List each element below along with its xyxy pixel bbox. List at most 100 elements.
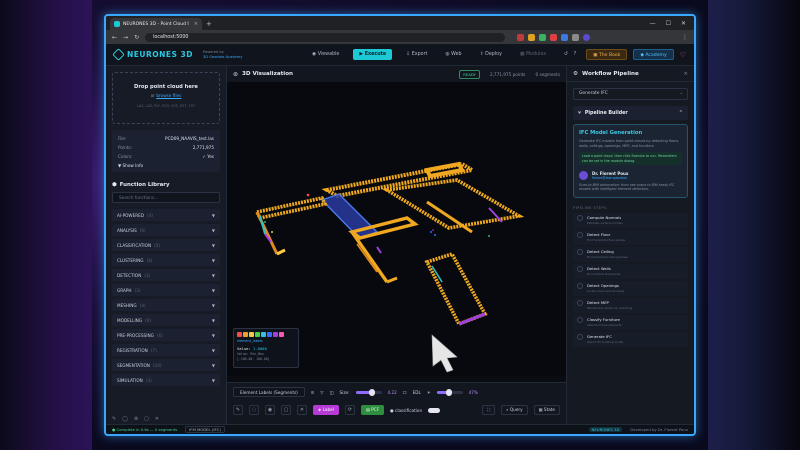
status-bar: ● Complete in 0.6s — 0 segments IFM MODE…: [106, 424, 694, 434]
tool-icon[interactable]: ⊕: [134, 416, 138, 422]
model-chip[interactable]: IFM MODEL (IFC): [185, 426, 225, 433]
profile-icon[interactable]: [583, 33, 591, 41]
edit-icon[interactable]: ✎: [233, 405, 243, 415]
pcf-button[interactable]: ▤ PCF: [360, 405, 385, 415]
state-button[interactable]: ▦ State: [533, 405, 560, 415]
extension-icon[interactable]: [517, 33, 525, 41]
label-button[interactable]: ◈ Label: [313, 405, 339, 415]
maximize-icon[interactable]: ☐: [666, 18, 671, 30]
query-button[interactable]: ⌕ Query: [501, 405, 528, 415]
header-right: ? ▣ The Book ◆ Academy ♡: [570, 49, 686, 60]
category-item[interactable]: AI-POWERED (4) ▼: [112, 209, 220, 221]
menu-icon[interactable]: ⋮: [682, 34, 688, 41]
category-name: DETECTION: [117, 272, 142, 278]
powered-by-org[interactable]: 3D Geodata Academy: [203, 55, 242, 60]
opacity-slider[interactable]: [436, 388, 463, 396]
url-field[interactable]: localhost:5000: [145, 32, 506, 42]
pipeline-step[interactable]: Compute Normals Estimate surface normals: [573, 212, 688, 228]
close-panel-icon[interactable]: ×: [683, 71, 688, 77]
category-name: CLASSIFICATION: [117, 242, 152, 248]
tool-icon[interactable]: ▢: [144, 416, 149, 422]
camera-icon[interactable]: ◉: [265, 405, 275, 415]
nav-web[interactable]: ◍ Web: [441, 49, 465, 60]
category-item[interactable]: MODELLING (4) ▼: [112, 314, 220, 326]
extension-icon[interactable]: [550, 33, 558, 41]
back-icon[interactable]: ←: [112, 34, 117, 41]
forward-icon[interactable]: →: [123, 34, 128, 41]
size-slider[interactable]: [355, 388, 382, 396]
transform-icon[interactable]: ⟳: [344, 405, 355, 415]
new-tab-icon[interactable]: +: [206, 18, 212, 30]
nav-viewable[interactable]: ◉ Viewable: [308, 49, 343, 60]
render-mode-select[interactable]: Element Labels (Segments): [233, 387, 305, 397]
category-item[interactable]: ANALYSIS (6) ▼: [112, 224, 220, 236]
minimize-icon[interactable]: —: [650, 18, 656, 30]
close-tab-icon[interactable]: ×: [194, 21, 198, 27]
function-search-input[interactable]: Search functions...: [112, 192, 220, 203]
step-subtitle: Label furniture elements: [587, 322, 622, 327]
pipeline-step[interactable]: Detect Ceiling Find horizontal ceiling pl…: [573, 246, 688, 262]
box-icon[interactable]: ▢: [281, 405, 291, 415]
filter-icon[interactable]: ▽: [320, 390, 323, 395]
pipeline-builder-header[interactable]: ⑂ Pipeline Builder ⌃: [573, 106, 688, 120]
browser-window: NEURONES 3D - Point Cloud I × + — ☐ ✕ ← …: [104, 14, 696, 436]
category-count: (4): [145, 317, 151, 323]
pipeline-step[interactable]: Detect Openings Locate doors and windows: [573, 280, 688, 296]
close-window-icon[interactable]: ✕: [681, 18, 686, 30]
extension-icon[interactable]: [561, 33, 569, 41]
category-item[interactable]: SIMULATION (3) ▼: [112, 374, 220, 386]
drop-zone[interactable]: Drop point cloud here or browse files LA…: [112, 72, 220, 124]
legend-swatch: [261, 332, 266, 337]
nav-modules[interactable]: ▦ Modules: [516, 49, 550, 60]
nav-deploy[interactable]: ⇪ Deploy: [476, 49, 506, 60]
pipeline-step[interactable]: Generate IFC Export IFC building model: [573, 331, 688, 347]
category-item[interactable]: REGISTRATION (7) ▼: [112, 344, 220, 356]
reload-icon[interactable]: ↻: [134, 34, 139, 41]
step-marker-icon: [577, 282, 583, 289]
pipeline-step[interactable]: Detect Walls Find vertical wall planes: [573, 263, 688, 279]
chevron-down-icon: ▼: [211, 317, 215, 323]
point-count: 2,771,975 points: [489, 71, 526, 77]
edl-checkbox[interactable]: ☐: [403, 390, 407, 395]
category-name: SEGMENTATION: [117, 362, 150, 368]
extension-icon[interactable]: [539, 33, 547, 41]
category-item[interactable]: SEGMENTATION (10) ▼: [112, 359, 220, 371]
close-tool-icon[interactable]: ✕: [155, 416, 159, 422]
author-handle[interactable]: florent@learngeodata: [592, 176, 628, 180]
category-item[interactable]: MESHING (4) ▼: [112, 299, 220, 311]
pipeline-step[interactable]: Detect MEP Mechanical, electrical, plumbi…: [573, 297, 688, 313]
category-item[interactable]: CLUSTERING (4) ▼: [112, 254, 220, 266]
list-icon[interactable]: ≡: [311, 390, 315, 395]
lasso-icon[interactable]: ◌: [249, 405, 259, 415]
academy-button[interactable]: ◆ Academy: [633, 49, 674, 60]
extension-icon[interactable]: [572, 33, 580, 41]
the-book-button[interactable]: ▣ The Book: [586, 49, 628, 60]
tool-icon[interactable]: ◯: [122, 416, 128, 422]
extension-icon[interactable]: [528, 33, 536, 41]
sun-icon[interactable]: ☀: [427, 390, 431, 395]
pipeline-step[interactable]: Classify Furniture Label furniture elemen…: [573, 314, 688, 330]
category-item[interactable]: DETECTION (3) ▼: [112, 269, 220, 281]
fullscreen-icon[interactable]: ⛶: [482, 405, 496, 415]
layers-icon[interactable]: ◫: [330, 390, 334, 395]
powered-by-label: Powered by: [203, 49, 224, 54]
category-count: (4): [139, 302, 146, 308]
tool-icon[interactable]: ✎: [112, 416, 116, 422]
browse-files-link[interactable]: browse files: [156, 93, 181, 98]
category-item[interactable]: CLASSIFICATION (5) ▼: [112, 239, 220, 251]
visualization-panel: ⊛ 3D Visualization READY 2,771,975 point…: [227, 66, 566, 424]
classification-toggle[interactable]: [428, 407, 441, 413]
opacity-value: 47%: [468, 389, 478, 395]
pipeline-step[interactable]: Detect Floor Find horizontal floor planes: [573, 229, 688, 245]
heart-icon[interactable]: ♡: [680, 51, 686, 59]
help-icon[interactable]: ?: [570, 49, 581, 60]
clear-icon[interactable]: ✕: [297, 405, 307, 415]
show-info-toggle[interactable]: ▼ Show Info: [118, 163, 214, 168]
browser-tab[interactable]: NEURONES 3D - Point Cloud I ×: [110, 18, 202, 30]
category-item[interactable]: PRE-PROCESSING (6) ▼: [112, 329, 220, 341]
execute-button[interactable]: ▶ Execute: [353, 49, 393, 60]
category-item[interactable]: GRAPH (3) ▼: [112, 284, 220, 296]
workflow-select[interactable]: Generate IFC ⌄: [573, 88, 688, 100]
nav-export[interactable]: ⇩ Export: [402, 49, 431, 60]
step-subtitle: Find horizontal ceiling planes: [587, 254, 628, 259]
